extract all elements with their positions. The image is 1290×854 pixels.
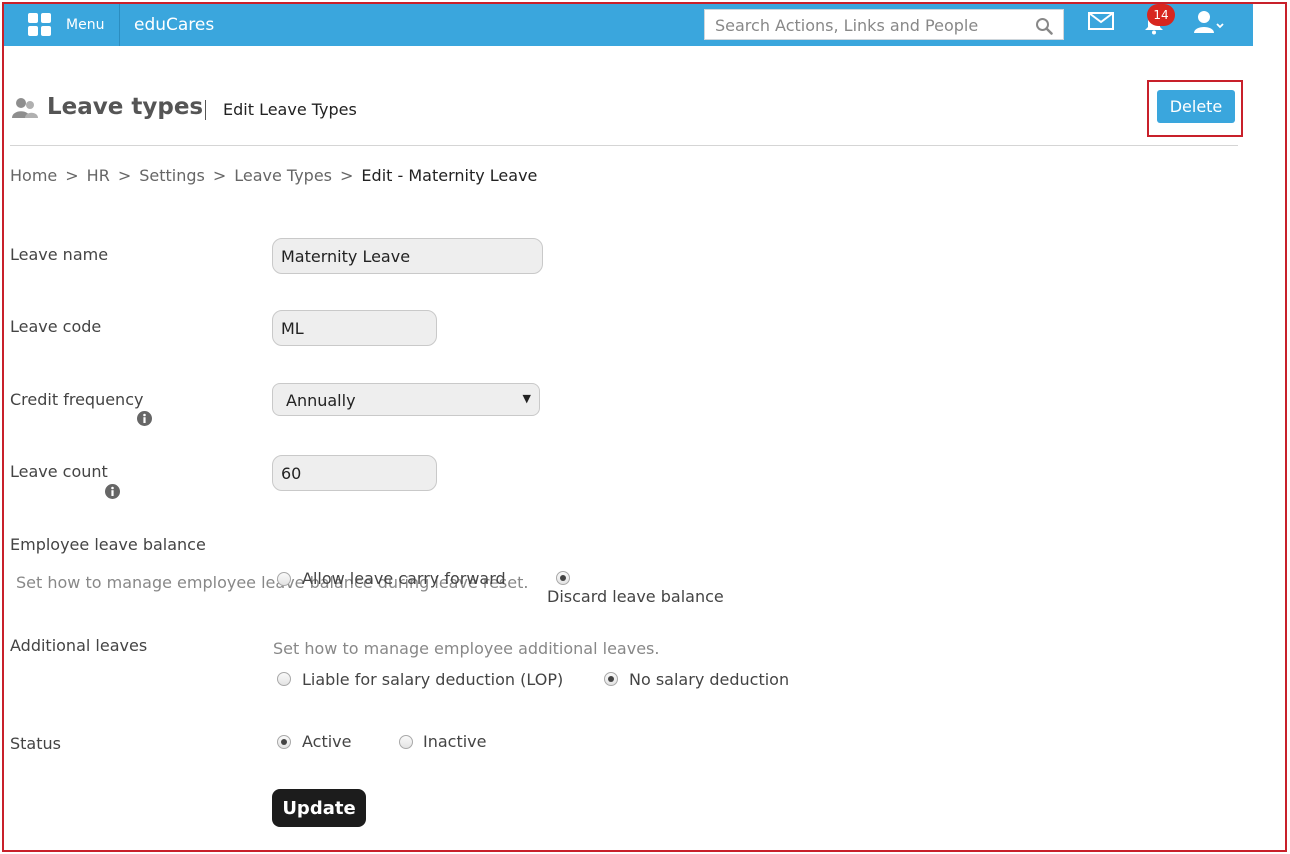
top-navigation-bar: Menu eduCares [4,4,1253,46]
status-label: Status [10,734,61,753]
chevron-down-icon: ▼ [522,392,531,405]
mail-icon[interactable] [1088,12,1114,30]
user-menu-icon[interactable] [1190,9,1226,35]
breadcrumb-hr[interactable]: HR [87,166,110,185]
header-divider [10,145,1238,146]
highlight-frame [2,2,1287,852]
breadcrumb-separator: > [340,166,354,185]
lop-radio-label[interactable]: Liable for salary deduction (LOP) [302,670,563,689]
breadcrumb-settings[interactable]: Settings [139,166,205,185]
breadcrumb-leave-types[interactable]: Leave Types [234,166,332,185]
status-active-radio[interactable] [277,735,291,749]
menu-divider [119,4,120,46]
no-salary-deduction-radio[interactable] [604,672,618,686]
search-input[interactable] [713,10,1027,41]
leave-name-input[interactable] [272,238,543,274]
menu-button[interactable]: Menu [12,4,120,46]
menu-label: Menu [66,17,105,33]
additional-leaves-hint: Set how to manage employee additional le… [273,639,660,658]
global-search [704,9,1064,41]
breadcrumb-separator: > [117,166,132,185]
leave-count-input[interactable] [272,455,437,491]
leave-name-label: Leave name [10,245,109,264]
credit-frequency-value: Annually [286,391,356,410]
update-button[interactable]: Update [272,789,366,827]
leave-count-label: Leave count [10,462,108,481]
status-inactive-radio-label[interactable]: Inactive [423,732,487,751]
credit-frequency-select[interactable]: Annually ▼ [272,383,540,416]
carry-forward-radio[interactable] [277,572,291,586]
lop-radio[interactable] [277,672,291,686]
status-active-radio-label[interactable]: Active [302,732,352,751]
page-subtitle: Edit Leave Types [223,100,357,119]
discard-balance-radio[interactable] [556,571,570,585]
breadcrumb-home[interactable]: Home [10,166,57,185]
credit-frequency-label: Credit frequency [10,390,144,409]
info-icon[interactable] [137,411,152,426]
leave-code-input[interactable] [272,310,437,346]
no-salary-deduction-radio-label[interactable]: No salary deduction [629,670,789,689]
search-icon[interactable] [1035,17,1053,35]
carry-forward-radio-label[interactable]: Allow leave carry forward [302,569,506,588]
breadcrumb: Home > HR > Settings > Leave Types > Edit - Mate… [10,166,537,185]
leave-code-label: Leave code [10,317,102,336]
app-grid-icon [28,13,52,37]
info-icon[interactable] [105,484,120,499]
breadcrumb-separator: > [212,166,227,185]
users-icon [12,98,38,118]
employee-leave-balance-label: Employee leave balance [10,535,206,554]
brand-name[interactable]: eduCares [134,4,214,46]
title-divider [205,100,206,120]
status-inactive-radio[interactable] [399,735,413,749]
additional-leaves-label: Additional leaves [10,636,148,655]
breadcrumb-current: Edit - Maternity Leave [361,166,538,185]
discard-balance-radio-label[interactable]: Discard leave balance [547,587,724,606]
notification-badge[interactable]: 14 [1147,4,1175,26]
delete-button[interactable]: Delete [1157,90,1235,123]
page-title: Leave types [47,94,204,120]
breadcrumb-separator: > [65,166,79,185]
